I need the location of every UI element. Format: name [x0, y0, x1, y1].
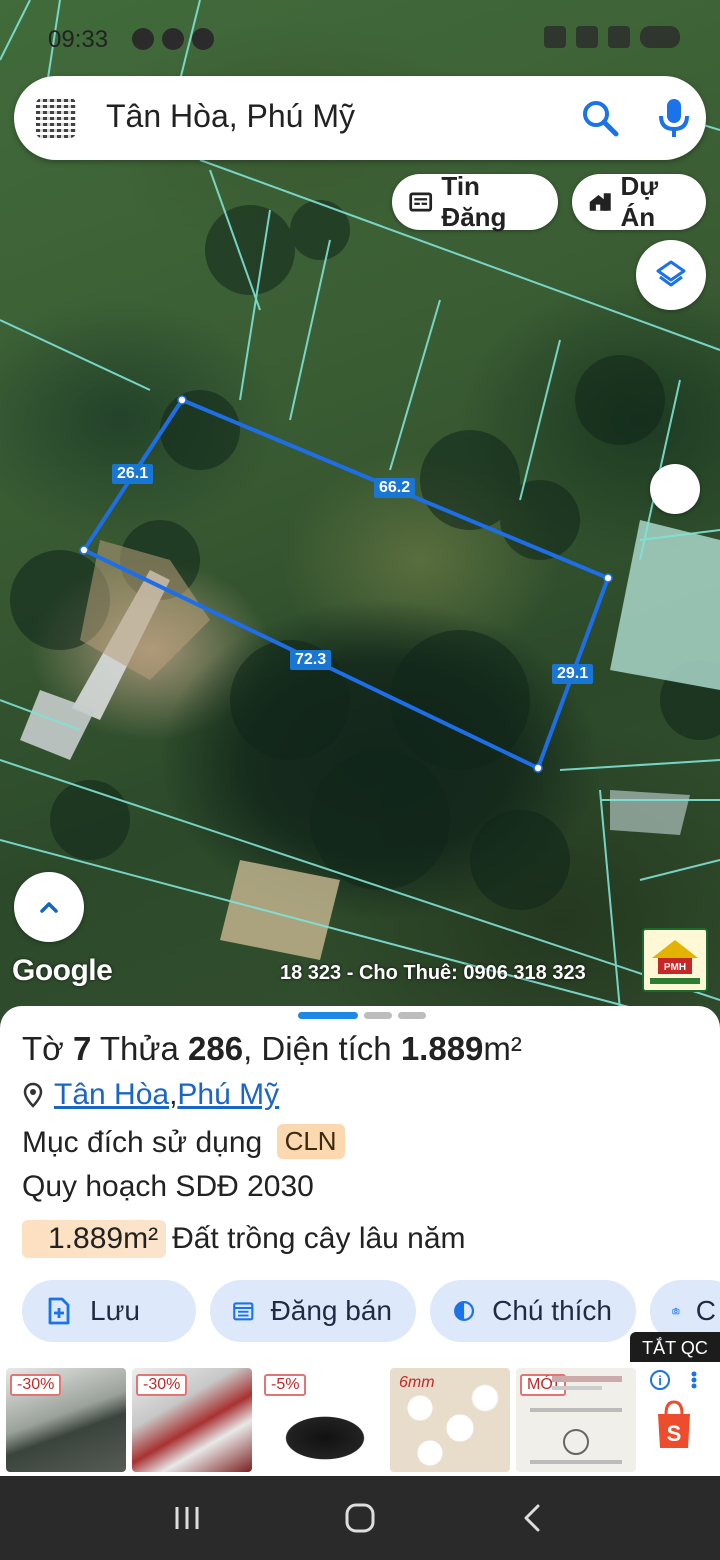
town-link[interactable]: Phú Mỹ [177, 1078, 279, 1112]
layers-icon [656, 260, 686, 287]
map-watermark: 18 323 - Cho Thuê: 0906 318 323 [280, 962, 586, 984]
plan-type: Đất trồng cây lâu năm [172, 1222, 466, 1255]
drag-handle[interactable] [650, 464, 700, 514]
land-plan-label: Quy hoạch SDĐ 2030 [22, 1170, 314, 1203]
pager-dot [398, 1012, 426, 1019]
battery-icon [640, 26, 680, 48]
parcel-number: 286 [188, 1030, 244, 1067]
plan-area-badge: 1.889m² [22, 1220, 167, 1258]
land-plan-detail: 1.889m² Đất trồng cây lâu năm [22, 1220, 466, 1258]
purpose-label: Mục đích sử dụng [22, 1126, 263, 1159]
notification-icons [132, 28, 214, 50]
listings-chip[interactable]: Tin Đăng [392, 171, 558, 232]
close-ads-button[interactable]: TẮT QC [630, 1332, 720, 1364]
location-separator: , [169, 1078, 178, 1111]
buildings-icon [589, 193, 611, 211]
status-time: 09:33 [48, 26, 109, 53]
add-file-icon [48, 1297, 70, 1325]
pmh-seal-icon: PMH [644, 930, 706, 990]
chevron-up-icon [40, 902, 58, 913]
edge-length-label: 72.3 [290, 650, 332, 670]
edge-length-label: 26.1 [112, 464, 154, 484]
ad-item[interactable]: -30% [132, 1368, 252, 1472]
ad-item[interactable]: -5% [260, 1368, 380, 1472]
save-button-label: Lưu [90, 1295, 140, 1326]
layers-button[interactable] [636, 240, 706, 310]
post-for-sale-button[interactable]: Đăng bán [210, 1280, 416, 1342]
pager-dot-active [298, 1012, 358, 1019]
sheet-number: 7 [72, 1030, 92, 1067]
photo-button-label: C [695, 1295, 716, 1326]
svg-text:PMH: PMH [664, 962, 686, 973]
brochure-thumbnail-icon [530, 1376, 622, 1464]
discount-tag: -5% [264, 1374, 307, 1396]
newspaper-icon [409, 192, 433, 212]
ad-sponsor[interactable]: i S [648, 1368, 708, 1472]
sheet-label: Tờ [22, 1030, 73, 1067]
parcel-info-sheet[interactable]: Tờ 7 Thửa 286, Diện tích 1.889m² Tân Hòa… [0, 1006, 720, 1366]
svg-text:S: S [667, 1421, 682, 1446]
status-bar: 09:33 [0, 0, 720, 70]
svg-text:i: i [658, 1373, 662, 1388]
projects-chip-label: Dự Án [620, 171, 659, 232]
parcel-label: Thửa [91, 1030, 189, 1067]
area-value: 1.889 [400, 1030, 484, 1067]
ad-item[interactable]: 6mm [390, 1368, 510, 1472]
discount-tag: -30% [136, 1374, 188, 1396]
messenger-icon [162, 28, 184, 50]
location-icon [544, 26, 566, 48]
search-bar[interactable]: Tân Hòa, Phú Mỹ [14, 76, 706, 160]
system-icons [544, 26, 680, 48]
home-icon[interactable] [342, 1500, 378, 1536]
satellite-map[interactable]: 26.1 66.2 72.3 29.1 09:33 Tân Hòa, Phú M… [0, 0, 720, 1010]
edge-length-label: 29.1 [552, 664, 594, 684]
sheet-pager [298, 1012, 426, 1019]
area-label: , Diện tích [243, 1030, 401, 1067]
calendar-list-icon [233, 1302, 254, 1321]
ad-item[interactable]: MỚI [516, 1368, 636, 1472]
search-icon[interactable] [580, 98, 620, 138]
signal-icon [608, 26, 630, 48]
legend-button[interactable]: Chú thích [430, 1280, 636, 1342]
google-logo: Google [12, 954, 113, 987]
action-buttons: Lưu Đăng bán Chú thích C [22, 1280, 720, 1342]
ward-link[interactable]: Tân Hòa [54, 1078, 169, 1112]
contrast-icon [454, 1301, 475, 1321]
location-pin-icon [23, 1082, 43, 1108]
size-tag: 6mm [399, 1374, 435, 1391]
messenger-icon [132, 28, 154, 50]
parcel-title: Tờ 7 Thửa 286, Diện tích 1.889m² [22, 1030, 522, 1068]
post-for-sale-label: Đăng bán [270, 1295, 392, 1326]
pmh-logo: PMH [642, 928, 708, 992]
land-use-code-badge: CLN [276, 1124, 345, 1159]
shopee-logo-icon: i S [650, 1370, 697, 1448]
legend-button-label: Chú thích [492, 1295, 612, 1326]
recent-apps-icon[interactable] [169, 1500, 205, 1536]
area-unit: m² [483, 1030, 522, 1067]
microphone-icon[interactable] [654, 96, 694, 140]
back-icon[interactable] [515, 1500, 551, 1536]
system-nav-bar [0, 1476, 720, 1560]
facebook-icon [192, 28, 214, 50]
projects-chip[interactable]: Dự Án [572, 171, 706, 232]
qr-code-icon[interactable] [36, 98, 76, 138]
listings-chip-label: Tin Đăng [441, 171, 507, 232]
search-input[interactable]: Tân Hòa, Phú Mỹ [106, 98, 355, 135]
edge-length-label: 66.2 [374, 478, 416, 498]
land-use-purpose: Mục đích sử dụng CLN [22, 1124, 345, 1160]
ad-strip: -30% -30% -5% 6mm MỚI i S [0, 1362, 720, 1476]
discount-tag: -30% [10, 1374, 62, 1396]
save-button[interactable]: Lưu [22, 1280, 196, 1342]
expand-up-button[interactable] [14, 872, 84, 942]
camera-icon [672, 1307, 680, 1315]
ad-item[interactable]: -30% [6, 1368, 126, 1472]
pager-dot [364, 1012, 392, 1019]
parcel-location: Tân Hòa, Phú Mỹ [22, 1078, 279, 1112]
wifi-icon [576, 26, 598, 48]
